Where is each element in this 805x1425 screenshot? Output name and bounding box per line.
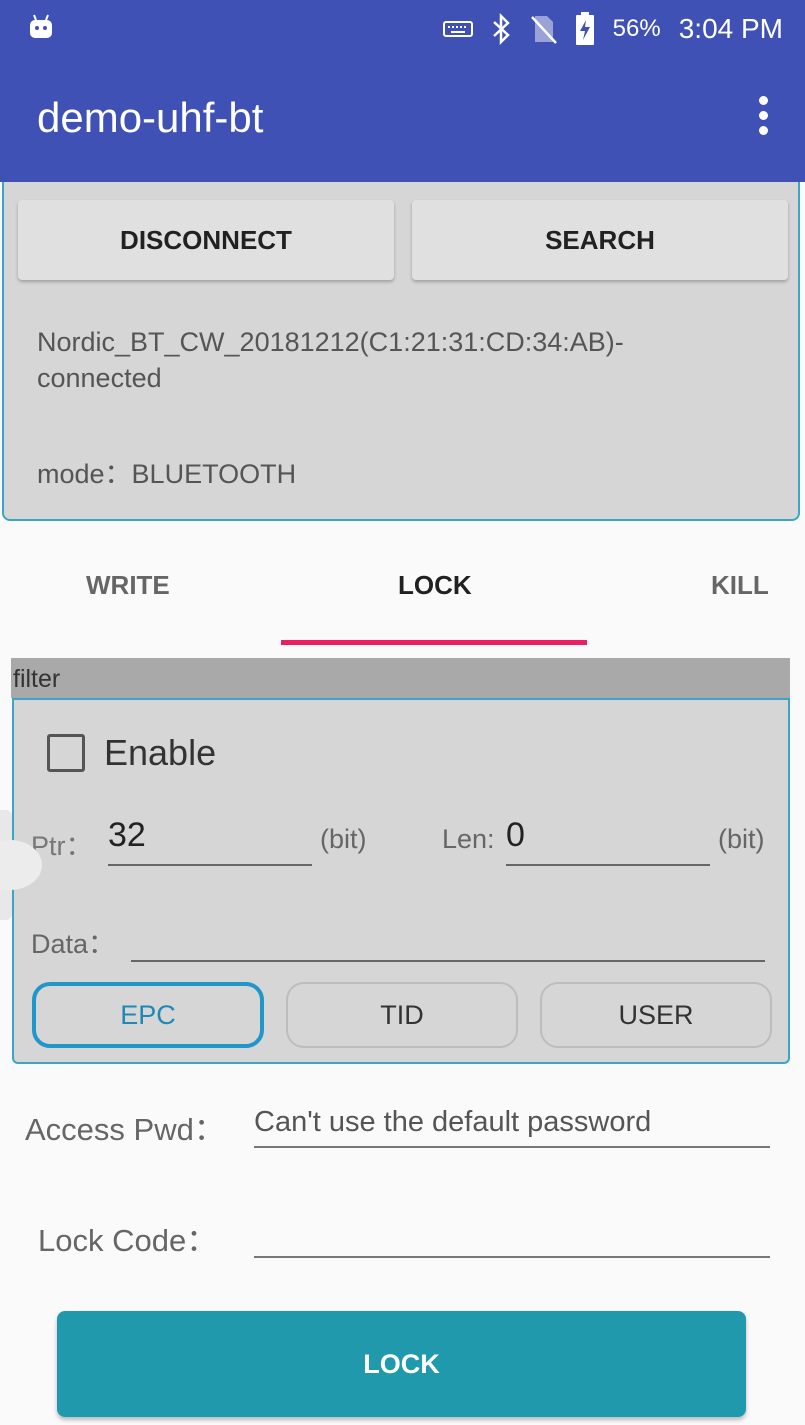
disconnect-button[interactable]: DISCONNECT bbox=[18, 200, 394, 280]
enable-label[interactable]: Enable bbox=[104, 732, 216, 774]
access-pwd-label: Access Pwd： bbox=[25, 1112, 225, 1147]
enable-checkbox[interactable] bbox=[47, 734, 85, 772]
android-debug-icon bbox=[30, 14, 52, 38]
len-label: Len: bbox=[442, 824, 495, 854]
ptr-unit: (bit) bbox=[320, 824, 367, 854]
tab-indicator bbox=[281, 640, 587, 645]
more-vert-icon[interactable] bbox=[753, 96, 773, 142]
keyboard-icon bbox=[442, 21, 473, 37]
search-button[interactable]: SEARCH bbox=[412, 200, 788, 280]
filter-panel: Enable Ptr： 32 (bit) Len: 0 (bit) Data： … bbox=[12, 698, 790, 1064]
lock-button[interactable]: LOCK bbox=[57, 1311, 746, 1417]
access-pwd-field[interactable]: Can't use the default password bbox=[254, 1100, 770, 1148]
tab-kill[interactable]: KILL bbox=[711, 570, 769, 601]
bank-tid-button[interactable]: TID bbox=[286, 982, 518, 1048]
status-bar: 56% 3:04 PM bbox=[0, 0, 805, 58]
tab-write[interactable]: WRITE bbox=[86, 570, 170, 601]
lock-code-label: Lock Code： bbox=[38, 1223, 218, 1258]
battery-percent: 56% bbox=[612, 15, 661, 42]
bluetooth-icon bbox=[492, 13, 510, 45]
ptr-input[interactable]: 32 bbox=[108, 816, 312, 866]
filter-header: filter bbox=[11, 658, 790, 698]
bank-user-button[interactable]: USER bbox=[540, 982, 772, 1048]
mode-text: mode：BLUETOOTH bbox=[37, 459, 297, 489]
tab-bar: WRITE LOCK KILL bbox=[0, 540, 805, 650]
no-sim-icon bbox=[530, 16, 557, 44]
data-label: Data： bbox=[31, 929, 116, 959]
device-status: Nordic_BT_CW_20181212(C1:21:31:CD:34:AB)… bbox=[37, 327, 624, 393]
len-unit: (bit) bbox=[718, 824, 765, 854]
app-title: demo-uhf-bt bbox=[37, 94, 264, 141]
battery-charging-icon bbox=[575, 12, 594, 45]
data-input[interactable] bbox=[131, 918, 765, 962]
clock: 3:04 PM bbox=[678, 13, 783, 44]
len-input[interactable]: 0 bbox=[506, 816, 710, 866]
app-bar: demo-uhf-bt bbox=[0, 58, 805, 182]
connection-panel: DISCONNECT SEARCH Nordic_BT_CW_20181212(… bbox=[2, 182, 800, 521]
lock-code-field[interactable] bbox=[254, 1210, 770, 1258]
tab-lock[interactable]: LOCK bbox=[398, 570, 472, 601]
bank-epc-button[interactable]: EPC bbox=[32, 982, 264, 1048]
